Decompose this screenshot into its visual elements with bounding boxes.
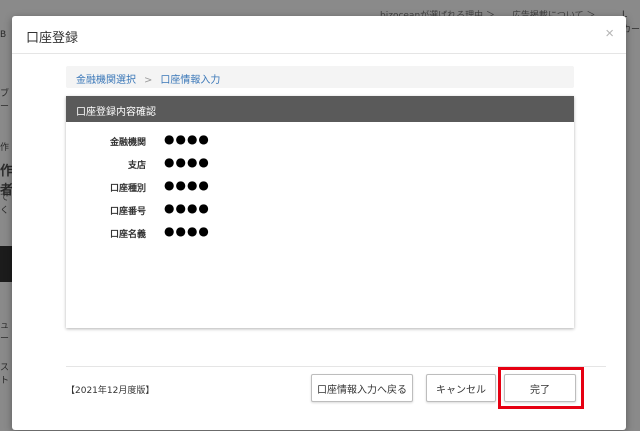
- modal-header: 口座登録 ×: [12, 16, 626, 54]
- row-label: 支店: [127, 161, 146, 171]
- row-bank: 金融機関 ●●●●: [66, 132, 574, 155]
- row-value: ●●●●: [164, 201, 210, 215]
- row-label: 口座名義: [109, 230, 146, 240]
- breadcrumb: 金融機関選択 > 口座情報入力: [66, 66, 574, 88]
- confirmation-card: 口座登録内容確認 金融機関 ●●●● 支店 ●●●● 口座種別 ●●●● 口座番…: [66, 96, 574, 328]
- row-label: 口座番号: [109, 207, 146, 217]
- breadcrumb-separator: >: [144, 75, 153, 86]
- row-value: ●●●●: [164, 178, 210, 192]
- row-account-holder: 口座名義 ●●●●: [66, 224, 574, 247]
- confirmation-card-header: 口座登録内容確認: [66, 96, 574, 122]
- row-account-type: 口座種別 ●●●●: [66, 178, 574, 201]
- row-value: ●●●●: [164, 155, 210, 169]
- back-to-account-input-button[interactable]: 口座情報入力へ戻る: [311, 374, 413, 402]
- row-label: 口座種別: [109, 184, 146, 194]
- done-button-highlight: [498, 367, 584, 409]
- close-icon[interactable]: ×: [605, 25, 614, 42]
- row-value: ●●●●: [164, 132, 210, 146]
- breadcrumb-step-bank-select[interactable]: 金融機関選択: [76, 75, 136, 86]
- breadcrumb-step-account-input[interactable]: 口座情報入力: [160, 75, 220, 86]
- row-label: 金融機関: [109, 138, 146, 148]
- modal-title: 口座登録: [26, 31, 79, 46]
- cancel-button[interactable]: キャンセル: [426, 374, 496, 402]
- row-account-number: 口座番号 ●●●●: [66, 201, 574, 224]
- account-registration-modal: 口座登録 × 金融機関選択 > 口座情報入力 口座登録内容確認 金融機関 ●●●● …: [12, 16, 626, 430]
- row-branch: 支店 ●●●●: [66, 155, 574, 178]
- row-value: ●●●●: [164, 224, 210, 238]
- confirmation-rows: 金融機関 ●●●● 支店 ●●●● 口座種別 ●●●● 口座番号 ●●●● 口座…: [66, 122, 574, 247]
- version-label: 【2021年12月度版】: [66, 386, 155, 396]
